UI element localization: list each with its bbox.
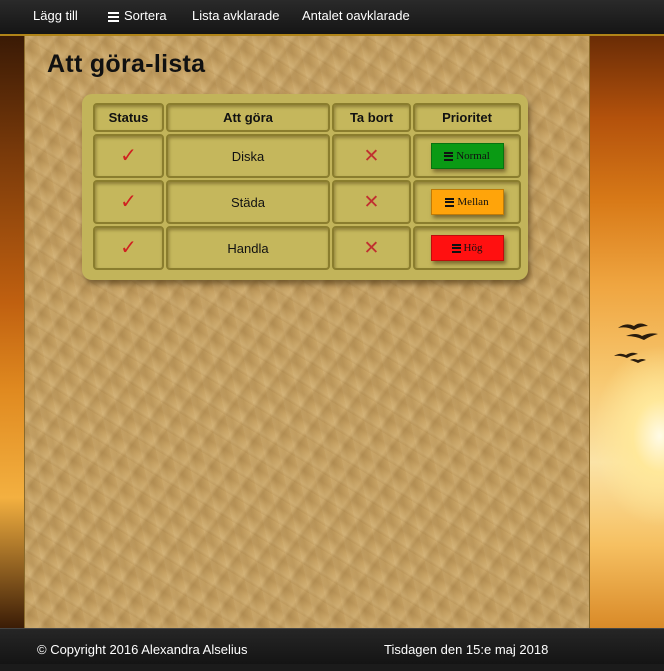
priority-label: Hög (463, 242, 483, 254)
top-navbar: Lägg till Sortera Lista avklarade Antale… (0, 0, 664, 36)
priority-label: Mellan (457, 196, 489, 208)
table-row-status[interactable]: ✓ (93, 134, 164, 178)
priority-button[interactable]: Mellan (430, 189, 504, 215)
table-row-status[interactable]: ✓ (93, 226, 164, 270)
sunset-background-left (0, 36, 24, 628)
header-status: Status (93, 103, 164, 132)
table-row-priority: Normal (413, 134, 521, 178)
priority-button[interactable]: Hög (430, 235, 504, 261)
nav-count-uncleared[interactable]: Antalet oavklarade (302, 0, 410, 34)
checkmark-icon: ✓ (120, 191, 137, 213)
nav-count-label: Antalet oavklarade (302, 8, 410, 23)
nav-sort-label: Sortera (124, 8, 167, 23)
priority-label: Normal (456, 150, 490, 162)
cross-icon[interactable]: ✕ (364, 193, 380, 212)
menu-icon (444, 150, 454, 162)
task-label: Städa (231, 194, 265, 210)
task-label: Diska (231, 148, 265, 164)
table-row-remove: ✕ (332, 180, 411, 224)
menu-icon (451, 242, 461, 254)
main-content: Att göra-lista Status Att göra Ta bort P… (24, 36, 590, 628)
menu-icon (445, 196, 455, 208)
nav-add-label: Lägg till (33, 8, 78, 23)
header-remove: Ta bort (332, 103, 411, 132)
cross-icon[interactable]: ✕ (364, 239, 380, 258)
birds-illustration (614, 323, 658, 363)
table-row-status[interactable]: ✓ (93, 180, 164, 224)
task-label: Handla (227, 240, 269, 256)
footer: © Copyright 2016 Alexandra Alselius Tisd… (0, 628, 664, 664)
checkmark-icon: ✓ (120, 145, 137, 167)
footer-copyright: © Copyright 2016 Alexandra Alselius (37, 642, 248, 657)
nav-list-cleared[interactable]: Lista avklarade (192, 0, 279, 34)
table-row-task: Diska (166, 134, 330, 178)
cross-icon[interactable]: ✕ (364, 147, 380, 166)
page-title: Att göra-lista (47, 50, 206, 78)
footer-date: Tisdagen den 15:e maj 2018 (384, 642, 549, 657)
table-row-remove: ✕ (332, 226, 411, 270)
menu-icon (108, 10, 119, 24)
table-row-priority: Hög (413, 226, 521, 270)
table-row-task: Städa (166, 180, 330, 224)
nav-sort[interactable]: Sortera (108, 0, 167, 34)
table-row-task: Handla (166, 226, 330, 270)
priority-button[interactable]: Normal (430, 143, 504, 169)
nav-cleared-label: Lista avklarade (192, 8, 280, 23)
table-row-priority: Mellan (413, 180, 521, 224)
header-task: Att göra (166, 103, 330, 132)
table-row-remove: ✕ (332, 134, 411, 178)
nav-add-item[interactable]: Lägg till (33, 0, 78, 34)
checkmark-icon: ✓ (120, 237, 137, 259)
todo-table: Status Att göra Ta bort Prioritet ✓ Disk… (82, 94, 528, 280)
header-priority: Prioritet (413, 103, 521, 132)
